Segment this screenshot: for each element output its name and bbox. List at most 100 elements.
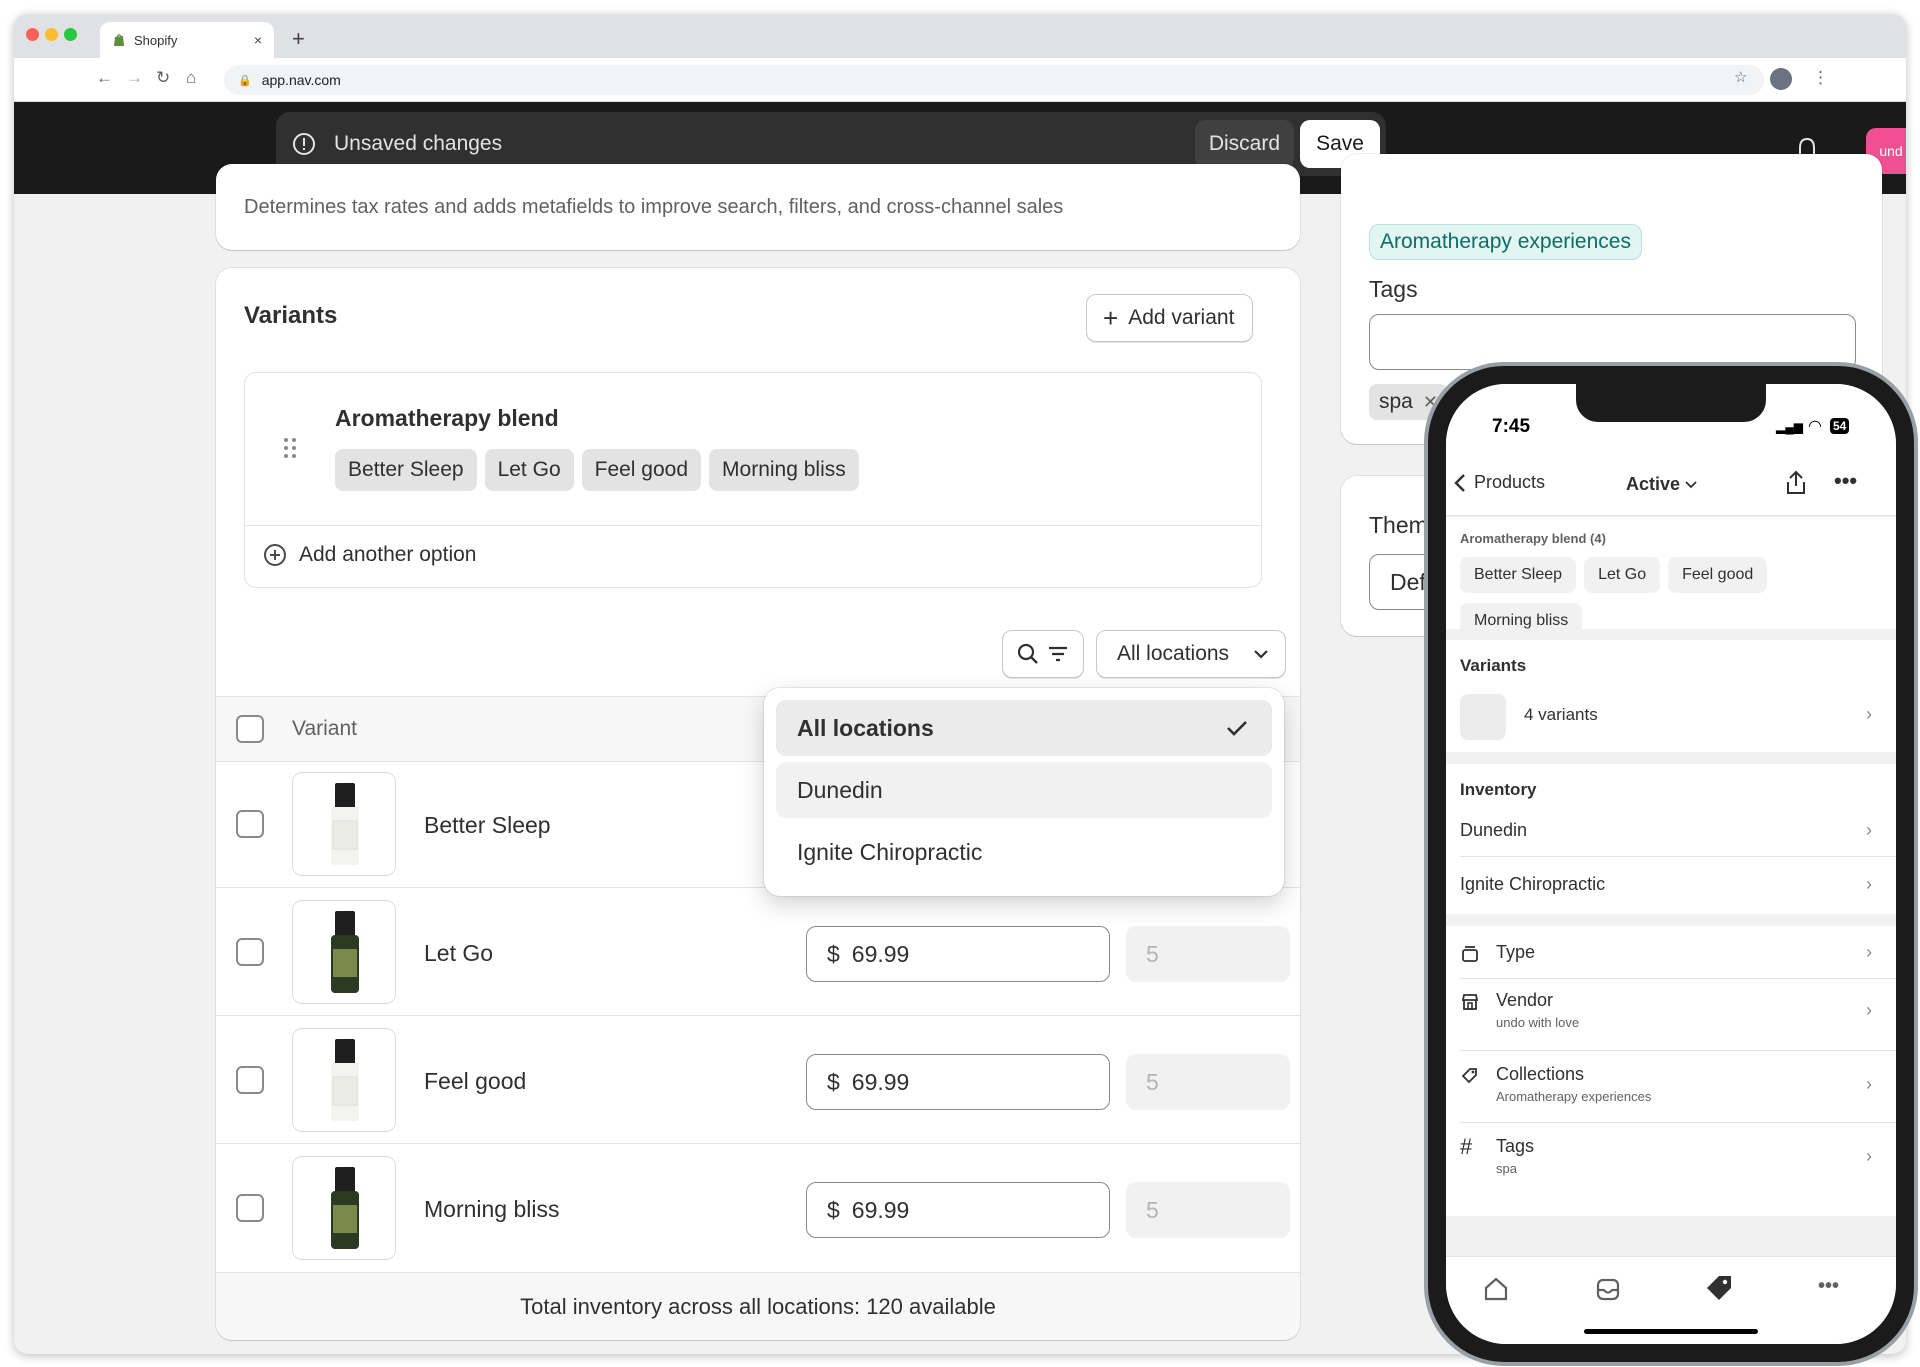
row-checkbox[interactable] <box>236 810 264 838</box>
browser-tab[interactable]: Shopify × <box>100 22 274 58</box>
price-value: 69.99 <box>851 1068 910 1095</box>
home-icon[interactable] <box>1482 1275 1510 1303</box>
location-select-value: All locations <box>1117 642 1230 665</box>
new-tab-button[interactable]: + <box>292 26 305 52</box>
home-icon[interactable]: ⌂ <box>186 68 196 88</box>
wifi-icon: ◠ <box>1808 418 1822 435</box>
signal-icon: ▂▄▆ <box>1776 420 1803 434</box>
profile-avatar[interactable] <box>1770 68 1792 90</box>
price-input[interactable]: $69.99 <box>806 1182 1110 1238</box>
select-all-checkbox[interactable] <box>236 715 264 743</box>
more-menu-icon[interactable]: ••• <box>1818 1275 1839 1298</box>
home-indicator <box>1584 1329 1758 1334</box>
add-another-option-label: Add another option <box>299 543 477 566</box>
row-checkbox[interactable] <box>236 1194 264 1222</box>
discard-button[interactable]: Discard <box>1194 120 1294 168</box>
search-filter-button[interactable] <box>1002 630 1084 678</box>
phone-variants-section: Variants 4 variants › <box>1446 640 1896 752</box>
option-value-chip[interactable]: Better Sleep <box>335 449 477 491</box>
phone-type-row[interactable]: Type › <box>1460 942 1882 963</box>
divider <box>1460 1050 1896 1051</box>
phone-option-chip[interactable]: Better Sleep <box>1460 557 1577 593</box>
product-thumbnail[interactable] <box>292 900 396 1004</box>
share-icon[interactable] <box>1784 470 1808 496</box>
phone-mockup: 7:45 ▂▄▆ ◠ 54 Products Active ••• Aromat… <box>1424 362 1918 1366</box>
url-field[interactable]: 🔒 app.nav.com <box>224 65 1764 95</box>
phone-location-row[interactable]: Dunedin › <box>1460 820 1882 841</box>
add-variant-button[interactable]: + Add variant <box>1086 294 1254 342</box>
phone-location-name: Ignite Chiropractic <box>1460 874 1606 894</box>
dropdown-option-dunedin[interactable]: Dunedin <box>776 762 1272 818</box>
category-card: Determines tax rates and adds metafields… <box>216 164 1300 250</box>
reload-icon[interactable]: ↻ <box>156 68 170 88</box>
chevron-right-icon: › <box>1866 1146 1872 1166</box>
quantity-input: 5 <box>1126 1054 1290 1110</box>
bookmark-star-icon[interactable]: ☆ <box>1734 68 1747 86</box>
phone-variants-count: 4 variants <box>1524 705 1598 724</box>
oil-bottle-image <box>331 783 359 865</box>
tags-label: Tags <box>1369 276 1418 302</box>
phone-tab-bar: ••• <box>1446 1256 1896 1344</box>
shopify-logo-icon <box>114 34 124 46</box>
drag-handle-icon[interactable] <box>283 437 297 459</box>
phone-option-chip[interactable]: Let Go <box>1584 557 1661 593</box>
category-description: Determines tax rates and adds metafields… <box>244 196 1064 218</box>
phone-collections-row[interactable]: Collections Aromatherapy experiences › <box>1460 1064 1882 1104</box>
phone-tags-value: spa <box>1496 1161 1517 1176</box>
row-checkbox[interactable] <box>236 1066 264 1094</box>
option-value-chip[interactable]: Feel good <box>581 449 702 491</box>
more-options-icon[interactable]: ••• <box>1834 468 1857 494</box>
products-tag-icon[interactable] <box>1704 1273 1734 1303</box>
maximize-window-button[interactable] <box>64 28 77 41</box>
column-variant-header: Variant <box>292 717 357 740</box>
phone-option-heading: Aromatherapy blend (4) <box>1460 531 1606 546</box>
phone-tags-row[interactable]: # Tags spa › <box>1460 1134 1882 1176</box>
price-input[interactable]: $69.99 <box>806 1054 1110 1110</box>
variant-name: Better Sleep <box>424 812 551 838</box>
phone-option-chip[interactable]: Morning bliss <box>1460 603 1583 639</box>
phone-status-select[interactable]: Active <box>1626 474 1697 495</box>
dropdown-option-ignite-chiropractic[interactable]: Ignite Chiropractic <box>776 824 1272 880</box>
phone-location-row[interactable]: Ignite Chiropractic › <box>1460 874 1882 895</box>
browser-menu-icon[interactable]: ⋮ <box>1812 68 1829 88</box>
product-thumbnail[interactable] <box>292 772 396 876</box>
phone-time: 7:45 <box>1492 416 1531 437</box>
minimize-window-button[interactable] <box>45 28 58 41</box>
location-dropdown: All locations Dunedin Ignite Chiropracti… <box>764 688 1284 896</box>
dropdown-option-all-locations[interactable]: All locations <box>776 700 1272 756</box>
close-window-button[interactable] <box>26 28 39 41</box>
browser-tab-bar: Shopify × + <box>14 14 1906 58</box>
plus-circle-icon <box>264 544 286 566</box>
chevron-right-icon: › <box>1866 942 1872 962</box>
option-value-chip[interactable]: Morning bliss <box>709 449 859 491</box>
price-input[interactable]: $69.99 <box>806 926 1110 982</box>
phone-vendor-row[interactable]: Vendor undo with love › <box>1460 990 1882 1030</box>
phone-inventory-heading: Inventory <box>1460 780 1537 799</box>
collection-tag[interactable]: Aromatherapy experiences <box>1369 224 1642 260</box>
quantity-input: 5 <box>1126 1182 1290 1238</box>
row-checkbox[interactable] <box>236 938 264 966</box>
phone-variants-row[interactable]: 4 variants › <box>1460 694 1882 740</box>
row-divider <box>216 1015 1300 1016</box>
option-name: Aromatherapy blend <box>335 405 559 431</box>
option-value-chip[interactable]: Let Go <box>484 449 574 491</box>
store-icon <box>1461 994 1479 1010</box>
dropdown-option-label: Dunedin <box>797 776 883 803</box>
product-thumbnail[interactable] <box>292 1028 396 1132</box>
location-select[interactable]: All locations <box>1096 630 1286 678</box>
forward-arrow-icon[interactable]: → <box>126 68 143 88</box>
product-thumbnail[interactable] <box>292 1156 396 1260</box>
tab-title: Shopify <box>134 32 178 48</box>
option-values: Better Sleep Let Go Feel good Morning bl… <box>335 449 867 491</box>
price-value: 69.99 <box>851 1196 910 1223</box>
orders-inbox-icon[interactable] <box>1594 1275 1622 1303</box>
option-box: Aromatherapy blend Better Sleep Let Go F… <box>244 372 1262 588</box>
phone-option-chip[interactable]: Feel good <box>1668 557 1768 593</box>
phone-option-chips: Better Sleep Let Go Feel good Morning bliss <box>1460 557 1790 649</box>
back-arrow-icon[interactable]: ← <box>96 68 113 88</box>
add-another-option-button[interactable]: Add another option <box>263 543 476 567</box>
phone-back-button[interactable]: Products <box>1454 472 1545 493</box>
filter-icon <box>1049 646 1067 662</box>
close-tab-icon[interactable]: × <box>254 32 262 48</box>
dropdown-option-label: Ignite Chiropractic <box>797 838 983 865</box>
